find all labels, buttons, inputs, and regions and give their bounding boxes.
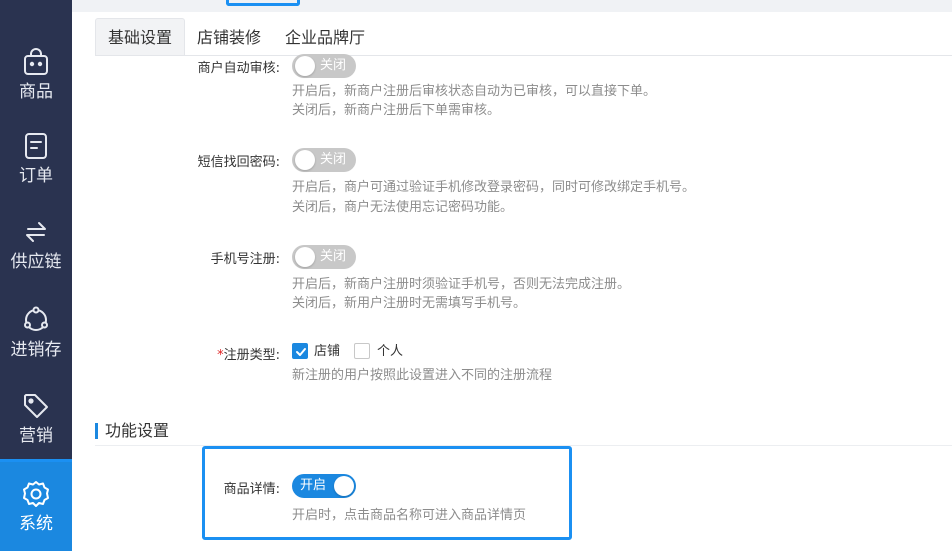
phone-register-toggle[interactable]: 关闭 — [292, 245, 356, 269]
sidebar-item-label: 营销 — [19, 426, 53, 446]
function-settings-title: 功能设置 — [105, 421, 170, 440]
phone-register-help-off: 关闭后，新用户注册时无需填写手机号。 — [292, 296, 527, 311]
product-detail-label: 商品详情: — [223, 482, 280, 497]
auto-review-label: 商户自动审核: — [197, 61, 280, 76]
settings-tabs: 基础设置 店铺装修 企业品牌厅 — [95, 18, 377, 56]
shopping-bag-icon — [20, 46, 52, 78]
inventory-cycle-icon — [20, 304, 52, 336]
product-detail-toggle[interactable]: 开启 — [292, 474, 356, 498]
sms-password-help-on: 开启后，商户可通过验证手机修改登录密码，同时可修改绑定手机号。 — [292, 180, 696, 195]
sms-password-label: 短信找回密码: — [197, 155, 280, 170]
register-type-label: *注册类型: — [80, 344, 280, 363]
auto-review-help-off: 关闭后，新商户注册后下单需审核。 — [292, 103, 501, 118]
auto-review-help-on: 开启后，新商户注册后审核状态自动为已审核，可以直接下单。 — [292, 84, 657, 99]
tab-enterprise-brand-hall[interactable]: 企业品牌厅 — [273, 18, 377, 56]
register-type-store-checkbox[interactable] — [292, 343, 308, 359]
exchange-arrows-icon — [20, 216, 52, 248]
top-header-strip — [72, 0, 952, 12]
sidebar-item-marketing[interactable]: 营销 — [0, 374, 72, 458]
register-type-personal-label: 个人 — [377, 344, 404, 359]
sms-password-help-off: 关闭后，商户无法使用忘记密码功能。 — [292, 200, 514, 215]
tab-divider — [95, 55, 952, 56]
sidebar-item-label: 进销存 — [10, 340, 62, 360]
tab-basic-settings[interactable]: 基础设置 — [95, 18, 186, 56]
checkmark-icon — [296, 348, 306, 356]
toggle-knob — [334, 476, 354, 496]
toggle-knob — [295, 247, 315, 267]
register-type-personal-checkbox[interactable] — [354, 343, 370, 359]
section-divider — [95, 445, 952, 446]
sidebar-item-label: 供应链 — [10, 252, 62, 272]
top-tab-highlight — [226, 0, 300, 6]
sidebar-item-system[interactable]: 系统 — [0, 462, 72, 551]
sms-password-toggle[interactable]: 关闭 — [292, 148, 356, 172]
tab-store-decoration[interactable]: 店铺装修 — [185, 18, 273, 56]
sidebar-item-products[interactable]: 商品 — [0, 30, 72, 114]
register-type-store-label: 店铺 — [314, 344, 341, 359]
order-document-icon — [20, 130, 52, 162]
register-type-help: 新注册的用户按照此设置进入不同的注册流程 — [292, 368, 553, 383]
sidebar-item-label: 系统 — [19, 514, 53, 534]
phone-register-label: 手机号注册: — [210, 252, 280, 267]
tag-icon — [20, 390, 52, 422]
sidebar-item-supply-chain[interactable]: 供应链 — [0, 200, 72, 284]
sidebar-item-label: 商品 — [19, 82, 53, 102]
sidebar-item-label: 订单 — [19, 166, 53, 186]
toggle-knob — [295, 56, 315, 76]
auto-review-toggle[interactable]: 关闭 — [292, 54, 356, 78]
sidebar-item-orders[interactable]: 订单 — [0, 114, 72, 198]
register-type-label-text: 注册类型: — [223, 348, 280, 363]
phone-register-help-on: 开启后，新商户注册时须验证手机号，否则无法完成注册。 — [292, 277, 631, 292]
sidebar: 商品 订单 供应链 进销存 营销 系统 — [0, 0, 72, 551]
toggle-text: 关闭 — [320, 249, 347, 264]
gear-icon — [20, 478, 52, 510]
toggle-text: 关闭 — [320, 58, 347, 73]
toggle-knob — [295, 150, 315, 170]
toggle-text: 开启 — [300, 478, 327, 493]
toggle-text: 关闭 — [320, 152, 347, 167]
product-detail-help: 开启时，点击商品名称可进入商品详情页 — [292, 508, 527, 523]
section-accent-bar — [95, 423, 98, 439]
sidebar-item-inventory[interactable]: 进销存 — [0, 288, 72, 372]
